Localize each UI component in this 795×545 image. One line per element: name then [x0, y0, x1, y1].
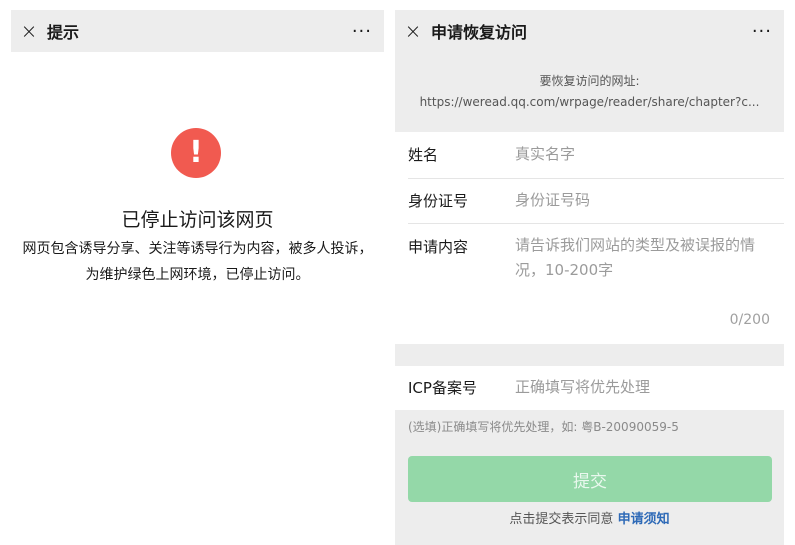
agreement-prefix: 点击提交表示同意: [509, 512, 614, 527]
close-icon[interactable]: ×: [11, 10, 47, 52]
close-icon[interactable]: ×: [395, 10, 431, 52]
url-info: 要恢复访问的网址: https://weread.qq.com/wrpage/r…: [395, 52, 784, 132]
status-description: 网页包含诱导分享、关注等诱导行为内容，被多人投诉，为维护绿色上网环境，已停止访问…: [22, 241, 373, 283]
icp-hint: (选填)正确填写将优先处理，如: 粤B-20090059-5: [408, 420, 679, 434]
more-options-icon[interactable]: ···: [752, 10, 772, 52]
icp-label: ICP备案号: [408, 379, 477, 397]
char-counter: 0/200: [729, 312, 770, 328]
submit-button[interactable]: 提交: [408, 456, 772, 502]
status-title: 已停止访问该网页: [121, 209, 274, 231]
url-label: 要恢复访问的网址:: [539, 74, 640, 88]
application-notice-link[interactable]: 申请须知: [618, 512, 670, 527]
name-label: 姓名: [408, 146, 439, 164]
icp-row: ICP备案号 正确填写将优先处理: [395, 366, 784, 410]
more-options-icon[interactable]: ···: [352, 10, 372, 52]
icp-input[interactable]: 正确填写将优先处理: [515, 375, 772, 400]
id-row: 身份证号 身份证号码: [395, 179, 784, 223]
id-input[interactable]: 身份证号码: [515, 188, 772, 213]
exclamation-icon: !: [171, 128, 221, 178]
appeal-form-screen: × 申请恢复访问 ··· 要恢复访问的网址: https://weread.qq…: [395, 0, 795, 545]
section-gap: [395, 344, 784, 366]
page-title: 申请恢复访问: [431, 23, 528, 42]
url-value: https://weread.qq.com/wrpage/reader/shar…: [419, 95, 760, 109]
top-bar: × 申请恢复访问 ···: [395, 10, 784, 52]
content-label: 申请内容: [408, 238, 469, 256]
page-title: 提示: [47, 23, 80, 42]
blocked-page-screen: × 提示 ··· ! 已停止访问该网页 网页包含诱导分享、关注等诱导行为内容，被…: [0, 0, 395, 545]
agreement-text: 点击提交表示同意 申请须知: [395, 508, 784, 527]
name-row: 姓名 真实名字: [395, 132, 784, 178]
top-bar: × 提示 ···: [11, 10, 384, 52]
content-row: 申请内容 请告诉我们网站的类型及被误报的情况，10-200字 0/200: [395, 224, 784, 344]
name-input[interactable]: 真实名字: [515, 142, 772, 167]
id-label: 身份证号: [408, 192, 469, 210]
content-textarea[interactable]: 请告诉我们网站的类型及被误报的情况，10-200字: [515, 233, 772, 283]
